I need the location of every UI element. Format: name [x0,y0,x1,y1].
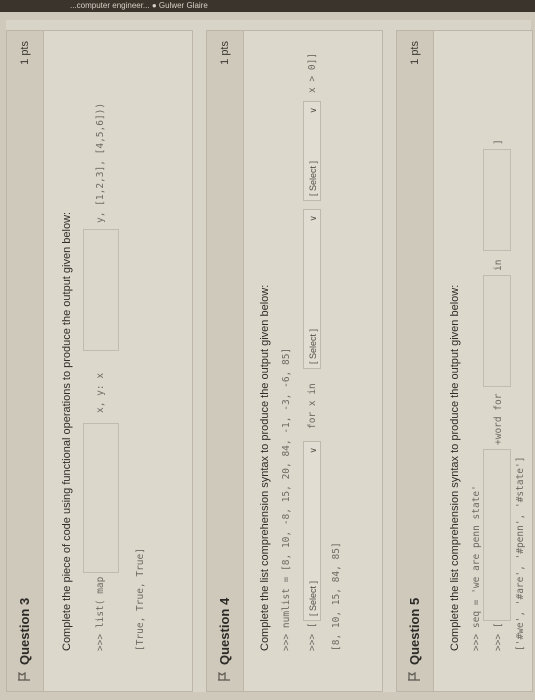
flag-icon[interactable] [18,672,30,681]
q4-code-line2-mid: for x in [307,383,318,429]
q5-output: ['#we', '#are', '#penn', '#state'] [515,456,526,651]
q5-blank-input-3[interactable] [483,149,511,251]
question-4-title: Question 4 [217,597,232,665]
browser-tab-text: ...computer engineer... ● Gulwer Glaire [70,1,208,10]
q5-code-line2-prefix: >>> [ [493,622,504,651]
question-5-prompt: Complete the list comprehension syntax t… [449,284,461,651]
q3-code-line1-mid: x, y: x [95,372,106,413]
q4-select-1-value: [ Select ] [308,580,318,616]
question-5-header: Question 5 1 pts [397,31,434,691]
q4-select-2[interactable]: [ Select ] ∨ [303,209,321,369]
q5-code-line1: >>> seq = 'we are penn state' [471,485,482,651]
q5-code-line2-mid: +word for [493,393,504,445]
question-4-points: 1 pts [219,41,231,65]
chevron-down-icon: ∨ [308,107,318,114]
q4-output: [8, 10, 15, 84, 85] [331,542,342,651]
question-5-title: Question 5 [407,597,422,665]
q4-select-3-value: [ Select ] [308,160,318,196]
q3-code-line1-suffix: y, [1,2,3], [4,5,6])) [95,102,106,223]
q4-select-1[interactable]: [ Select ] ∨ [303,441,321,621]
q5-blank-input-2[interactable] [483,275,511,387]
question-4-card: Question 4 1 pts Complete the list compr… [206,30,383,692]
chevron-down-icon: ∨ [308,215,318,222]
question-3-header: Question 3 1 pts [7,31,44,691]
q3-code-line1-prefix: >>> list( map [95,576,106,651]
question-5-card: Question 5 1 pts Complete the list compr… [396,30,533,692]
q5-blank-input-1[interactable] [483,449,511,621]
chevron-down-icon: ∨ [308,447,318,454]
screen: Question 3 1 pts Complete the piece of c… [0,12,535,700]
q4-code-line2-suffix: x > 0]] [307,52,318,93]
question-3-prompt: Complete the piece of code using functio… [61,211,73,651]
q3-blank-input-1[interactable] [83,423,119,573]
question-4-header: Question 4 1 pts [207,31,244,691]
q4-code-line2-prefix: >>> [ [307,622,318,651]
question-3-card: Question 3 1 pts Complete the piece of c… [6,30,193,692]
rotated-quiz-view: Question 3 1 pts Complete the piece of c… [0,12,535,700]
flag-icon[interactable] [218,672,230,681]
q4-select-2-value: [ Select ] [308,328,318,364]
question-3-title: Question 3 [17,597,32,665]
question-3-points: 1 pts [19,41,31,65]
q4-select-3[interactable]: [ Select ] ∨ [303,101,321,201]
q4-code-line1: >>> numlist = [8, 10, -8, 15, 20, 84, -1… [281,347,292,651]
q3-output: [True, True, True] [135,548,146,651]
q3-blank-input-2[interactable] [83,229,119,351]
q5-code-line2-in: in [493,259,504,271]
quiz-page: Question 3 1 pts Complete the piece of c… [6,20,533,692]
question-4-prompt: Complete the list comprehension syntax t… [259,284,271,651]
q5-code-line2-end: ] [493,139,504,145]
question-5-points: 1 pts [409,41,421,65]
flag-icon[interactable] [408,672,420,681]
browser-tab-strip: ...computer engineer... ● Gulwer Glaire [0,0,535,12]
